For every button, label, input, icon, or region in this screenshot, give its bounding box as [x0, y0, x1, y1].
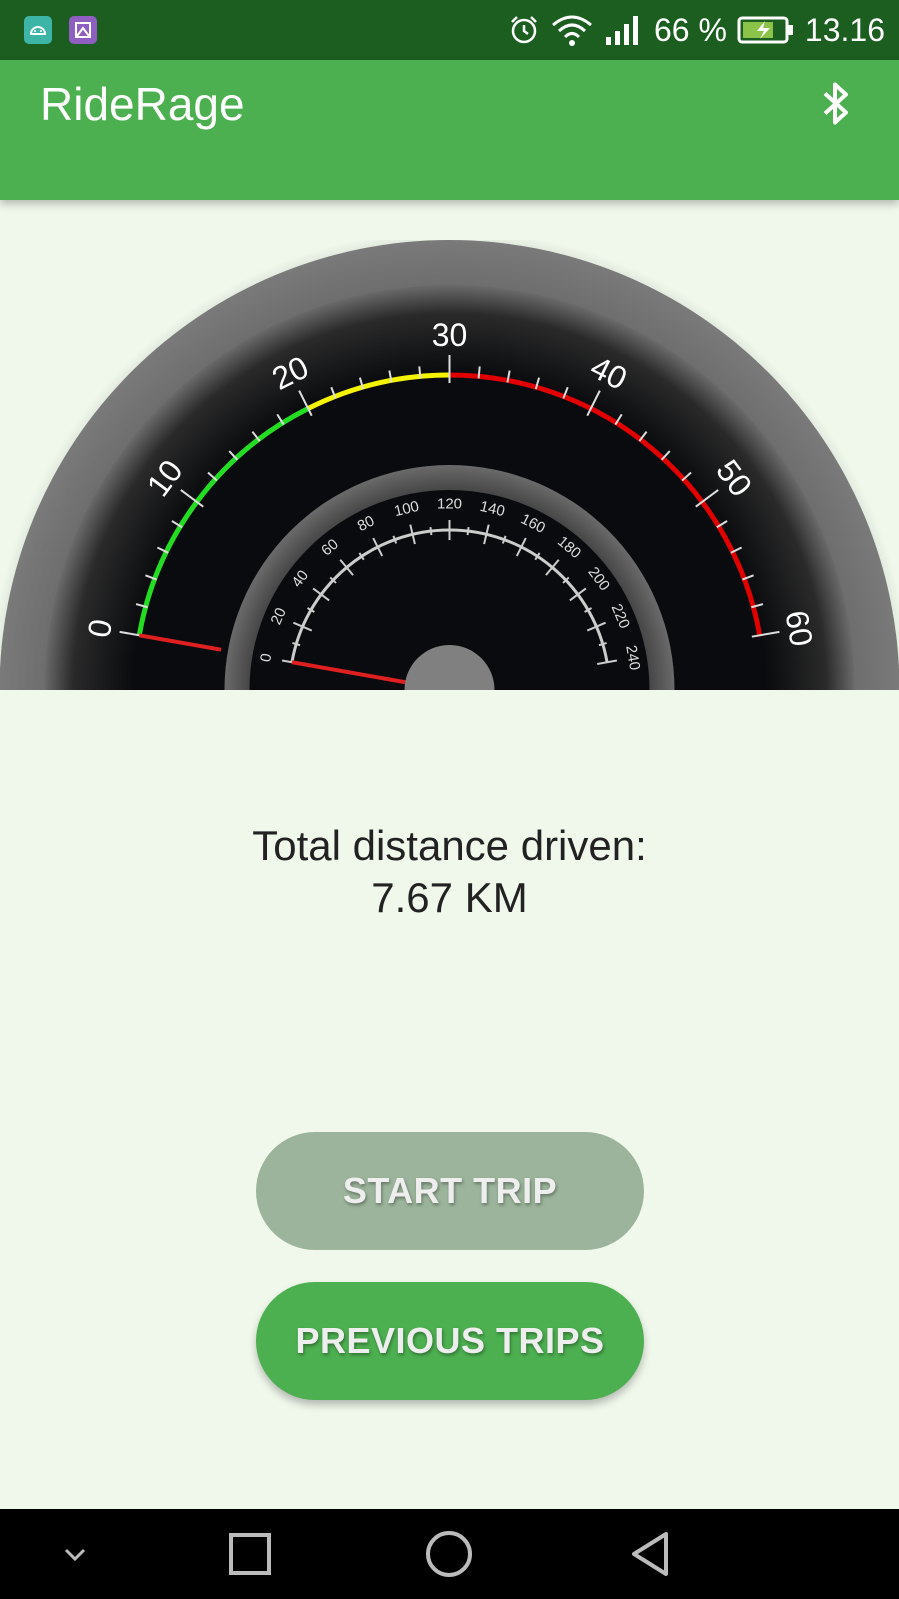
previous-trips-button[interactable]: PREVIOUS TRIPS: [256, 1282, 644, 1400]
speedometer-gauge: 0 10 20 30 40 50 60 0 20 40 60 80 100 120 140 160 180 20…: [0, 240, 899, 690]
inner-minor-tick: [466, 526, 470, 536]
battery-percent: 66 %: [653, 11, 727, 48]
signal-icon: [605, 16, 638, 45]
outer-scale-label: 30: [432, 317, 468, 353]
outer-minor-tick: [477, 366, 481, 379]
home-icon[interactable]: [425, 1530, 473, 1578]
outer-minor-tick: [418, 366, 422, 379]
back-icon[interactable]: [628, 1530, 672, 1578]
image-icon: [69, 16, 97, 44]
start-trip-button[interactable]: START TRIP: [256, 1132, 644, 1250]
battery-charging-icon: [737, 16, 793, 44]
bluetooth-icon[interactable]: [819, 82, 853, 131]
wifi-icon: [552, 15, 592, 46]
app-title: RideRage: [40, 78, 245, 130]
status-right-group: 66 % 13.16: [508, 0, 885, 60]
navigation-bar: [0, 1509, 899, 1599]
inner-minor-tick: [429, 526, 433, 536]
recents-icon[interactable]: [228, 1532, 272, 1576]
inner-scale-label: 120: [437, 496, 462, 513]
distance-value: 7.67 KM: [371, 874, 528, 921]
status-bar: 66 % 13.16: [0, 0, 899, 60]
outer-scale-label: 60: [778, 608, 820, 649]
clock-time: 13.16: [804, 11, 885, 48]
alarm-icon: [511, 16, 537, 44]
distance-label: Total distance driven:: [252, 822, 647, 869]
chevron-down-icon[interactable]: [60, 1539, 90, 1569]
android-debug-icon: [24, 16, 52, 44]
